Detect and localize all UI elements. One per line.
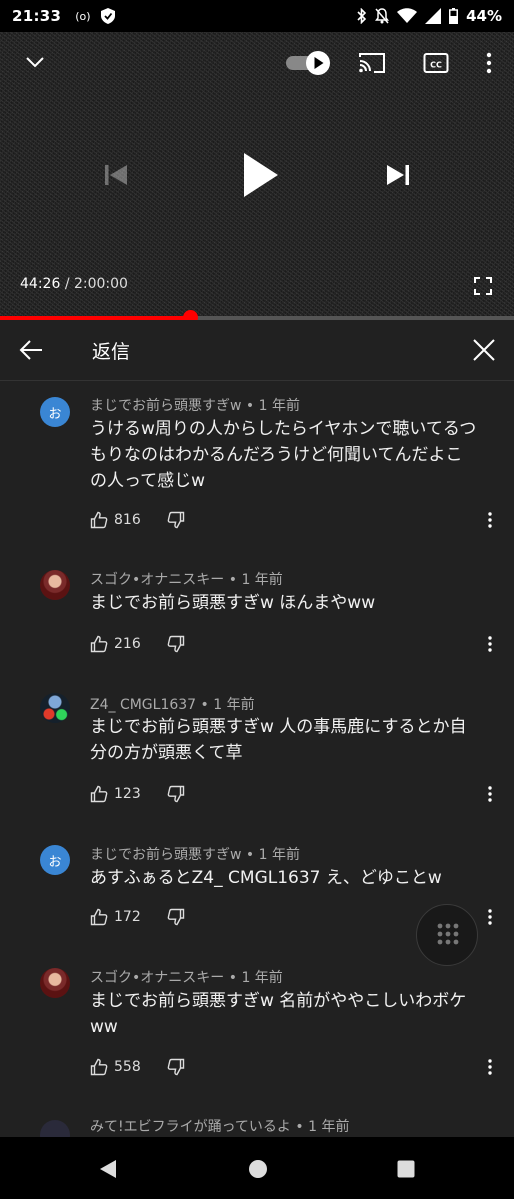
more-vert-icon[interactable]	[480, 1055, 500, 1079]
fullscreen-icon[interactable]	[474, 277, 492, 295]
comment-text: あすふぁるとZ4_ CMGL1637 え、どゆことw	[90, 865, 490, 891]
comment-author-line[interactable]: スゴク•オナニスキー • 1 年前	[90, 569, 283, 589]
bell-off-icon	[375, 8, 390, 24]
more-vert-icon[interactable]	[480, 632, 500, 656]
floating-dialpad-button[interactable]	[416, 904, 478, 966]
comment-age: 1 年前	[241, 572, 283, 588]
autoplay-toggle[interactable]	[284, 48, 332, 78]
comment-text: まじでお前ら頭悪すぎw ほんまやww	[90, 590, 490, 616]
radio-icon: (o)	[75, 9, 91, 23]
comment-age: 1 年前	[258, 847, 300, 863]
current-time: 44:26	[20, 276, 61, 292]
comment-age: 1 年前	[213, 697, 255, 713]
thumbs-down-icon[interactable]	[167, 1058, 185, 1076]
thumbs-up-icon[interactable]	[90, 511, 108, 529]
avatar[interactable]	[40, 968, 70, 998]
cast-icon[interactable]	[358, 51, 386, 75]
like-count: 816	[114, 512, 141, 528]
close-icon[interactable]	[472, 338, 496, 362]
home-circle-icon[interactable]	[248, 1159, 268, 1179]
more-vert-icon[interactable]	[480, 508, 500, 532]
comment-author: まじでお前ら頭悪すぎw	[90, 847, 242, 863]
video-player[interactable]: CC 44:26 / 2:00:00	[0, 32, 514, 318]
avatar[interactable]	[40, 570, 70, 600]
comment-text: まじでお前ら頭悪すぎw 人の事馬鹿にするとか自 分の方が頭悪くて草	[90, 714, 490, 766]
comment-text: まじでお前ら頭悪すぎw 名前がややこしいわボケ ww	[90, 988, 490, 1040]
comment-author: Z4_ CMGL1637	[90, 697, 197, 713]
shield-icon	[100, 8, 115, 24]
thumbs-up-icon[interactable]	[90, 635, 108, 653]
thumbs-down-icon[interactable]	[167, 511, 185, 529]
panel-title: 返信	[92, 341, 131, 363]
avatar[interactable]: お	[40, 397, 70, 427]
next-icon[interactable]	[384, 161, 412, 189]
comment-age: 1 年前	[308, 1119, 350, 1135]
captions-icon[interactable]: CC	[423, 52, 449, 74]
comment-author: スゴク•オナニスキー	[90, 970, 225, 986]
comment-age: 1 年前	[241, 970, 283, 986]
comment-text-line: まじでお前ら頭悪すぎw 名前がややこしいわボケ	[90, 991, 467, 1011]
thumbs-up-icon[interactable]	[90, 908, 108, 926]
svg-text:CC: CC	[430, 61, 442, 70]
wifi-icon	[397, 8, 418, 23]
status-time: 21:33	[12, 7, 62, 25]
comment-text: うけるw周りの人からしたらイヤホンで聴いてるつ もりなのはわかるんだろうけど何聞…	[90, 416, 490, 494]
comment-text-line: 分の方が頭悪くて草	[90, 743, 243, 763]
replies-panel: 返信 お まじでお前ら頭悪すぎw • 1 年前 うけるw周りの人からしたらイヤホ…	[0, 320, 514, 1137]
bluetooth-icon	[357, 8, 367, 24]
comment-author: みて!エビフライが踊っているよ	[90, 1119, 291, 1135]
battery-icon	[449, 8, 459, 24]
comment-text-line: うけるw周りの人からしたらイヤホンで聴いてるつ	[90, 419, 477, 439]
comment-text-line: まじでお前ら頭悪すぎw 人の事馬鹿にするとか自	[90, 717, 467, 737]
comment-author: スゴク•オナニスキー	[90, 572, 225, 588]
signal-icon	[425, 8, 442, 24]
arrow-left-icon[interactable]	[18, 337, 44, 363]
thumbs-up-icon[interactable]	[90, 785, 108, 803]
comment-author-line[interactable]: Z4_ CMGL1637 • 1 年前	[90, 694, 255, 714]
comment-text-line: もりなのはわかるんだろうけど何聞いてんだよこ	[90, 445, 463, 465]
more-vert-icon[interactable]	[480, 905, 500, 929]
like-count: 172	[114, 909, 141, 925]
status-bar: 21:33 (o) 44%	[0, 0, 514, 32]
comment-text-line: まじでお前ら頭悪すぎw ほんまやww	[90, 593, 376, 613]
time-separator: /	[64, 276, 70, 292]
comment-author-line[interactable]: みて!エビフライが踊っているよ • 1 年前	[90, 1116, 349, 1136]
system-nav-bar	[0, 1137, 514, 1199]
duration: 2:00:00	[73, 276, 128, 292]
avatar[interactable]	[40, 693, 70, 723]
battery-percent: 44%	[466, 7, 502, 25]
comment-text-line: の人って感じw	[90, 471, 206, 491]
comment-author-line[interactable]: まじでお前ら頭悪すぎw • 1 年前	[90, 844, 300, 864]
back-triangle-icon[interactable]	[98, 1159, 118, 1179]
comment-author-line[interactable]: まじでお前ら頭悪すぎw • 1 年前	[90, 395, 300, 415]
thumbs-down-icon[interactable]	[167, 785, 185, 803]
thumbs-down-icon[interactable]	[167, 908, 185, 926]
comment-text-line: あすふぁるとZ4_ CMGL1637 え、どゆことw	[90, 868, 442, 888]
recents-square-icon[interactable]	[396, 1159, 416, 1179]
like-count: 123	[114, 786, 141, 802]
timecode: 44:26 / 2:00:00	[20, 276, 128, 292]
thumbs-up-icon[interactable]	[90, 1058, 108, 1076]
like-count: 216	[114, 636, 141, 652]
avatar[interactable]	[40, 1120, 70, 1137]
comment-author-line[interactable]: スゴク•オナニスキー • 1 年前	[90, 967, 283, 987]
comment-author: まじでお前ら頭悪すぎw	[90, 398, 242, 414]
play-icon[interactable]	[240, 151, 280, 199]
more-vert-icon[interactable]	[484, 51, 494, 75]
thumbs-down-icon[interactable]	[167, 635, 185, 653]
collapse-icon[interactable]	[24, 54, 46, 70]
previous-icon[interactable]	[102, 161, 130, 189]
comment-text-line: ww	[90, 1017, 118, 1037]
like-count: 558	[114, 1059, 141, 1075]
more-vert-icon[interactable]	[480, 782, 500, 806]
replies-header: 返信	[0, 320, 514, 381]
comment-age: 1 年前	[258, 398, 300, 414]
dialpad-icon	[437, 923, 459, 945]
avatar[interactable]: お	[40, 845, 70, 875]
